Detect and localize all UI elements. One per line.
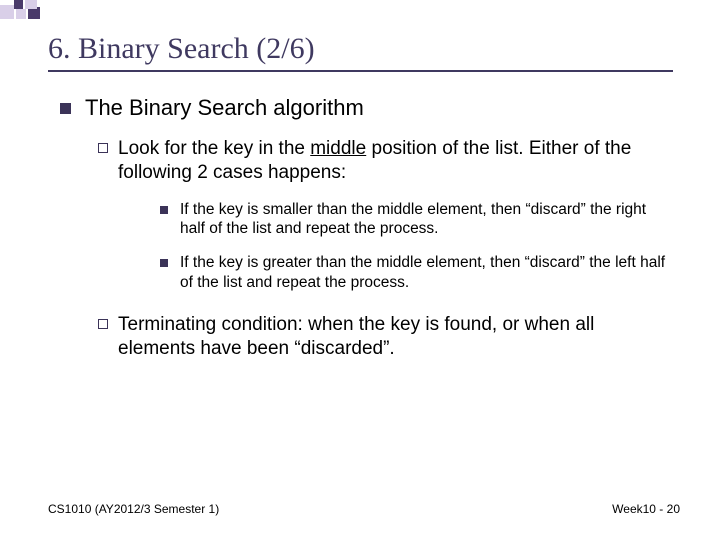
bullet-level3: If the key is greater than the middle el…: [160, 253, 675, 293]
slide-title: 6. Binary Search (2/6): [48, 32, 315, 66]
point1-middle-underlined: middle: [310, 138, 366, 159]
footer-course-info: CS1010 (AY2012/3 Semester 1): [48, 502, 219, 516]
bullet-level1: The Binary Search algorithm: [60, 95, 675, 121]
hollow-square-bullet-icon: [98, 143, 108, 153]
corner-decoration-row2: [14, 0, 37, 9]
heading-text: The Binary Search algorithm: [85, 95, 364, 121]
decor-square: [25, 0, 37, 9]
bullet-level3: If the key is smaller than the middle el…: [160, 200, 675, 240]
point2-lead: Terminating: [118, 314, 216, 335]
sub1-text: If the key is smaller than the middle el…: [180, 200, 675, 240]
sub2-text: If the key is greater than the middle el…: [180, 253, 675, 293]
point1-rest-a: for the key in the: [159, 138, 310, 159]
small-square-bullet-icon: [160, 206, 168, 214]
small-square-bullet-icon: [160, 259, 168, 267]
slide-content: The Binary Search algorithm Look for the…: [60, 95, 675, 376]
hollow-square-bullet-icon: [98, 319, 108, 329]
point1-text: Look for the key in the middle position …: [118, 137, 675, 186]
square-bullet-icon: [60, 103, 71, 114]
bullet-level2: Look for the key in the middle position …: [98, 137, 675, 186]
point1-lead: Look: [118, 138, 159, 159]
decor-square: [14, 0, 23, 9]
decor-square: [16, 9, 26, 19]
decor-square: [0, 5, 14, 19]
point2-text: Terminating condition: when the key is f…: [118, 313, 675, 362]
title-underline: [48, 70, 673, 72]
bullet-level2: Terminating condition: when the key is f…: [98, 313, 675, 362]
footer-page-number: Week10 - 20: [612, 502, 680, 516]
